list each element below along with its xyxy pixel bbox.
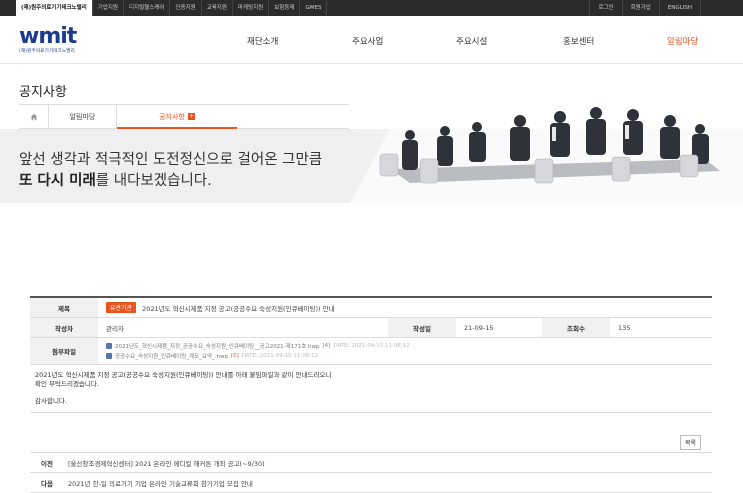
file-item[interactable]: 2021년도_혁신시제품_지정_공공수요_숙성지원_인큐베이팅__공고2021-… xyxy=(106,342,410,350)
category-badge: 유관기관 xyxy=(106,302,137,313)
next-post-row[interactable]: 다음 2021년 한-일 의료기기 기업 온라인 기술교류회 참가기업 모집 안… xyxy=(30,473,712,493)
next-label: 다음 xyxy=(41,479,53,488)
nav-foundation[interactable]: 재단소개 xyxy=(247,35,278,47)
post-files-row: 첨부파일 2021년도_혁신시제품_지정_공공수요_숙성지원_인큐베이팅__공고… xyxy=(30,338,712,365)
breadcrumb-parent[interactable]: 알림마당 xyxy=(49,105,117,128)
top-links: (재)원주의료기기테크노밸리 기업지원 디지털헬스케어 인증지원 교육지원 마케… xyxy=(16,0,328,16)
top-link-certification[interactable]: 인증지원 xyxy=(170,0,202,16)
nav-business[interactable]: 주요사업 xyxy=(352,35,383,47)
post-body-line3: 감사합니다. xyxy=(35,397,67,405)
file-download-count: [4] xyxy=(322,343,331,349)
top-link-foundation[interactable]: (재)원주의료기기테크노밸리 xyxy=(16,0,93,16)
banner-slogan-rest: 를 내다보겠습니다. xyxy=(95,173,212,189)
post-meta-row: 작성자 관리자 작성일 21-09-15 조회수 135 xyxy=(30,318,712,338)
top-account-links: 로그인 회원가입 ENGLISH xyxy=(589,0,701,16)
prev-label: 이전 xyxy=(41,459,53,468)
list-button-wrap: 목록 xyxy=(680,430,702,450)
views-label: 조회수 xyxy=(542,318,610,337)
prev-post-row[interactable]: 이전 [울산창조경제혁신센터] 2021 온라인 메디컬 해커톤 개최 공고(~… xyxy=(30,453,712,473)
post-body-line1: 2021년도 혁신시제품 지정 공고(공공수요 숙성지원(인큐베이팅)) 안내를… xyxy=(35,371,332,379)
prev-next-nav: 이전 [울산창조경제혁신센터] 2021 온라인 메디컬 해커톤 개최 공고(~… xyxy=(30,452,712,493)
site-header: wmit (재)원주의료기기테크노밸리 재단소개 주요사업 주요시설 홍보센터 … xyxy=(0,16,743,64)
nav-facilities[interactable]: 주요시설 xyxy=(456,35,487,47)
files-label: 첨부파일 xyxy=(30,338,98,364)
signup-link[interactable]: 회원가입 xyxy=(621,0,659,16)
top-link-enterprise[interactable]: 기업지원 xyxy=(93,0,124,16)
banner-slogan-line1: 앞선 생각과 적극적인 도전정신으로 걸어온 그만큼 xyxy=(19,152,323,168)
file-date: DATE: 2021-09-15 11:06:12 xyxy=(241,353,319,359)
post-author: 관리자 xyxy=(106,324,124,333)
top-utility-bar: (재)원주의료기기테크노밸리 기업지원 디지털헬스케어 인증지원 교육지원 마케… xyxy=(0,0,743,16)
main-nav: 재단소개 주요사업 주요시설 홍보센터 알림마당 xyxy=(0,16,743,64)
home-icon[interactable] xyxy=(19,105,49,128)
file-date: DATE: 2021-09-15 11:06:12 xyxy=(333,343,410,349)
post-body: 2021년도 혁신시제품 지정 공고(공공수요 숙성지원(인큐베이팅)) 안내를… xyxy=(30,365,712,413)
list-button[interactable]: 목록 xyxy=(680,435,702,450)
post-title: 유관기관 2021년도 혁신시제품 지정 공고(공공수요 숙성지원(인큐베이팅)… xyxy=(98,298,335,317)
file-name[interactable]: 2021년도_혁신시제품_지정_공공수요_숙성지원_인큐베이팅__공고2021-… xyxy=(115,342,320,350)
hero-banner: 앞선 생각과 적극적인 도전정신으로 걸어온 그만큼 또 다시 미래를 내다보겠… xyxy=(0,107,743,203)
login-link[interactable]: 로그인 xyxy=(589,0,621,16)
page-title: 공지사항 xyxy=(19,85,67,100)
file-download-count: [0] xyxy=(231,353,239,359)
breadcrumb-current[interactable]: 공지사항 + xyxy=(117,106,237,129)
author-label: 작성자 xyxy=(30,318,98,337)
breadcrumb-current-label: 공지사항 xyxy=(159,112,185,121)
top-link-gmes[interactable]: GMES xyxy=(300,0,328,16)
post-date: 21-09-15 xyxy=(464,323,494,332)
nav-notice[interactable]: 알림마당 xyxy=(667,35,698,47)
banner-slogan-bold: 또 다시 미래 xyxy=(19,173,96,189)
top-link-insurance[interactable]: 보험등재 xyxy=(269,0,301,16)
file-list: 2021년도_혁신시제품_지정_공공수요_숙성지원_인큐베이팅__공고2021-… xyxy=(98,338,410,364)
breadcrumb: 알림마당 공지사항 + xyxy=(19,104,349,129)
nav-pr-center[interactable]: 홍보센터 xyxy=(563,35,594,47)
english-link[interactable]: ENGLISH xyxy=(658,0,701,16)
post-detail-table: 제목 유관기관 2021년도 혁신시제품 지정 공고(공공수요 숙성지원(인큐베… xyxy=(30,296,712,413)
post-views: 135 xyxy=(618,323,631,332)
date-label: 작성일 xyxy=(388,318,456,337)
banner-slogan-line2: 또 다시 미래를 내다보겠습니다. xyxy=(19,169,212,190)
post-body-line2: 확인 부탁드리겠습니다. xyxy=(35,380,99,388)
meeting-photo xyxy=(350,107,743,203)
prev-post-title[interactable]: [울산창조경제혁신센터] 2021 온라인 메디컬 해커톤 개최 공고(~9/3… xyxy=(64,458,265,468)
post-title-text: 2021년도 혁신시제품 지정 공고(공공수요 숙성지원(인큐베이팅)) 안내 xyxy=(142,304,335,313)
plus-icon: + xyxy=(187,113,195,120)
title-label: 제목 xyxy=(30,298,98,317)
file-name[interactable]: 공공수요_숙성지원_인큐베이팅_계도_요약_.hwp xyxy=(115,352,228,360)
hwp-file-icon xyxy=(106,343,112,349)
file-item[interactable]: 공공수요_숙성지원_인큐베이팅_계도_요약_.hwp [0] DATE: 202… xyxy=(106,352,318,360)
top-link-education[interactable]: 교육지원 xyxy=(202,0,233,16)
top-link-digital-health[interactable]: 디지털헬스케어 xyxy=(124,0,171,16)
next-post-title[interactable]: 2021년 한-일 의료기기 기업 온라인 기술교류회 참가기업 모집 안내 xyxy=(64,478,253,488)
top-link-marketing[interactable]: 마케팅지원 xyxy=(233,0,270,16)
post-title-row: 제목 유관기관 2021년도 혁신시제품 지정 공고(공공수요 숙성지원(인큐베… xyxy=(30,298,712,318)
hwp-file-icon xyxy=(106,353,112,359)
